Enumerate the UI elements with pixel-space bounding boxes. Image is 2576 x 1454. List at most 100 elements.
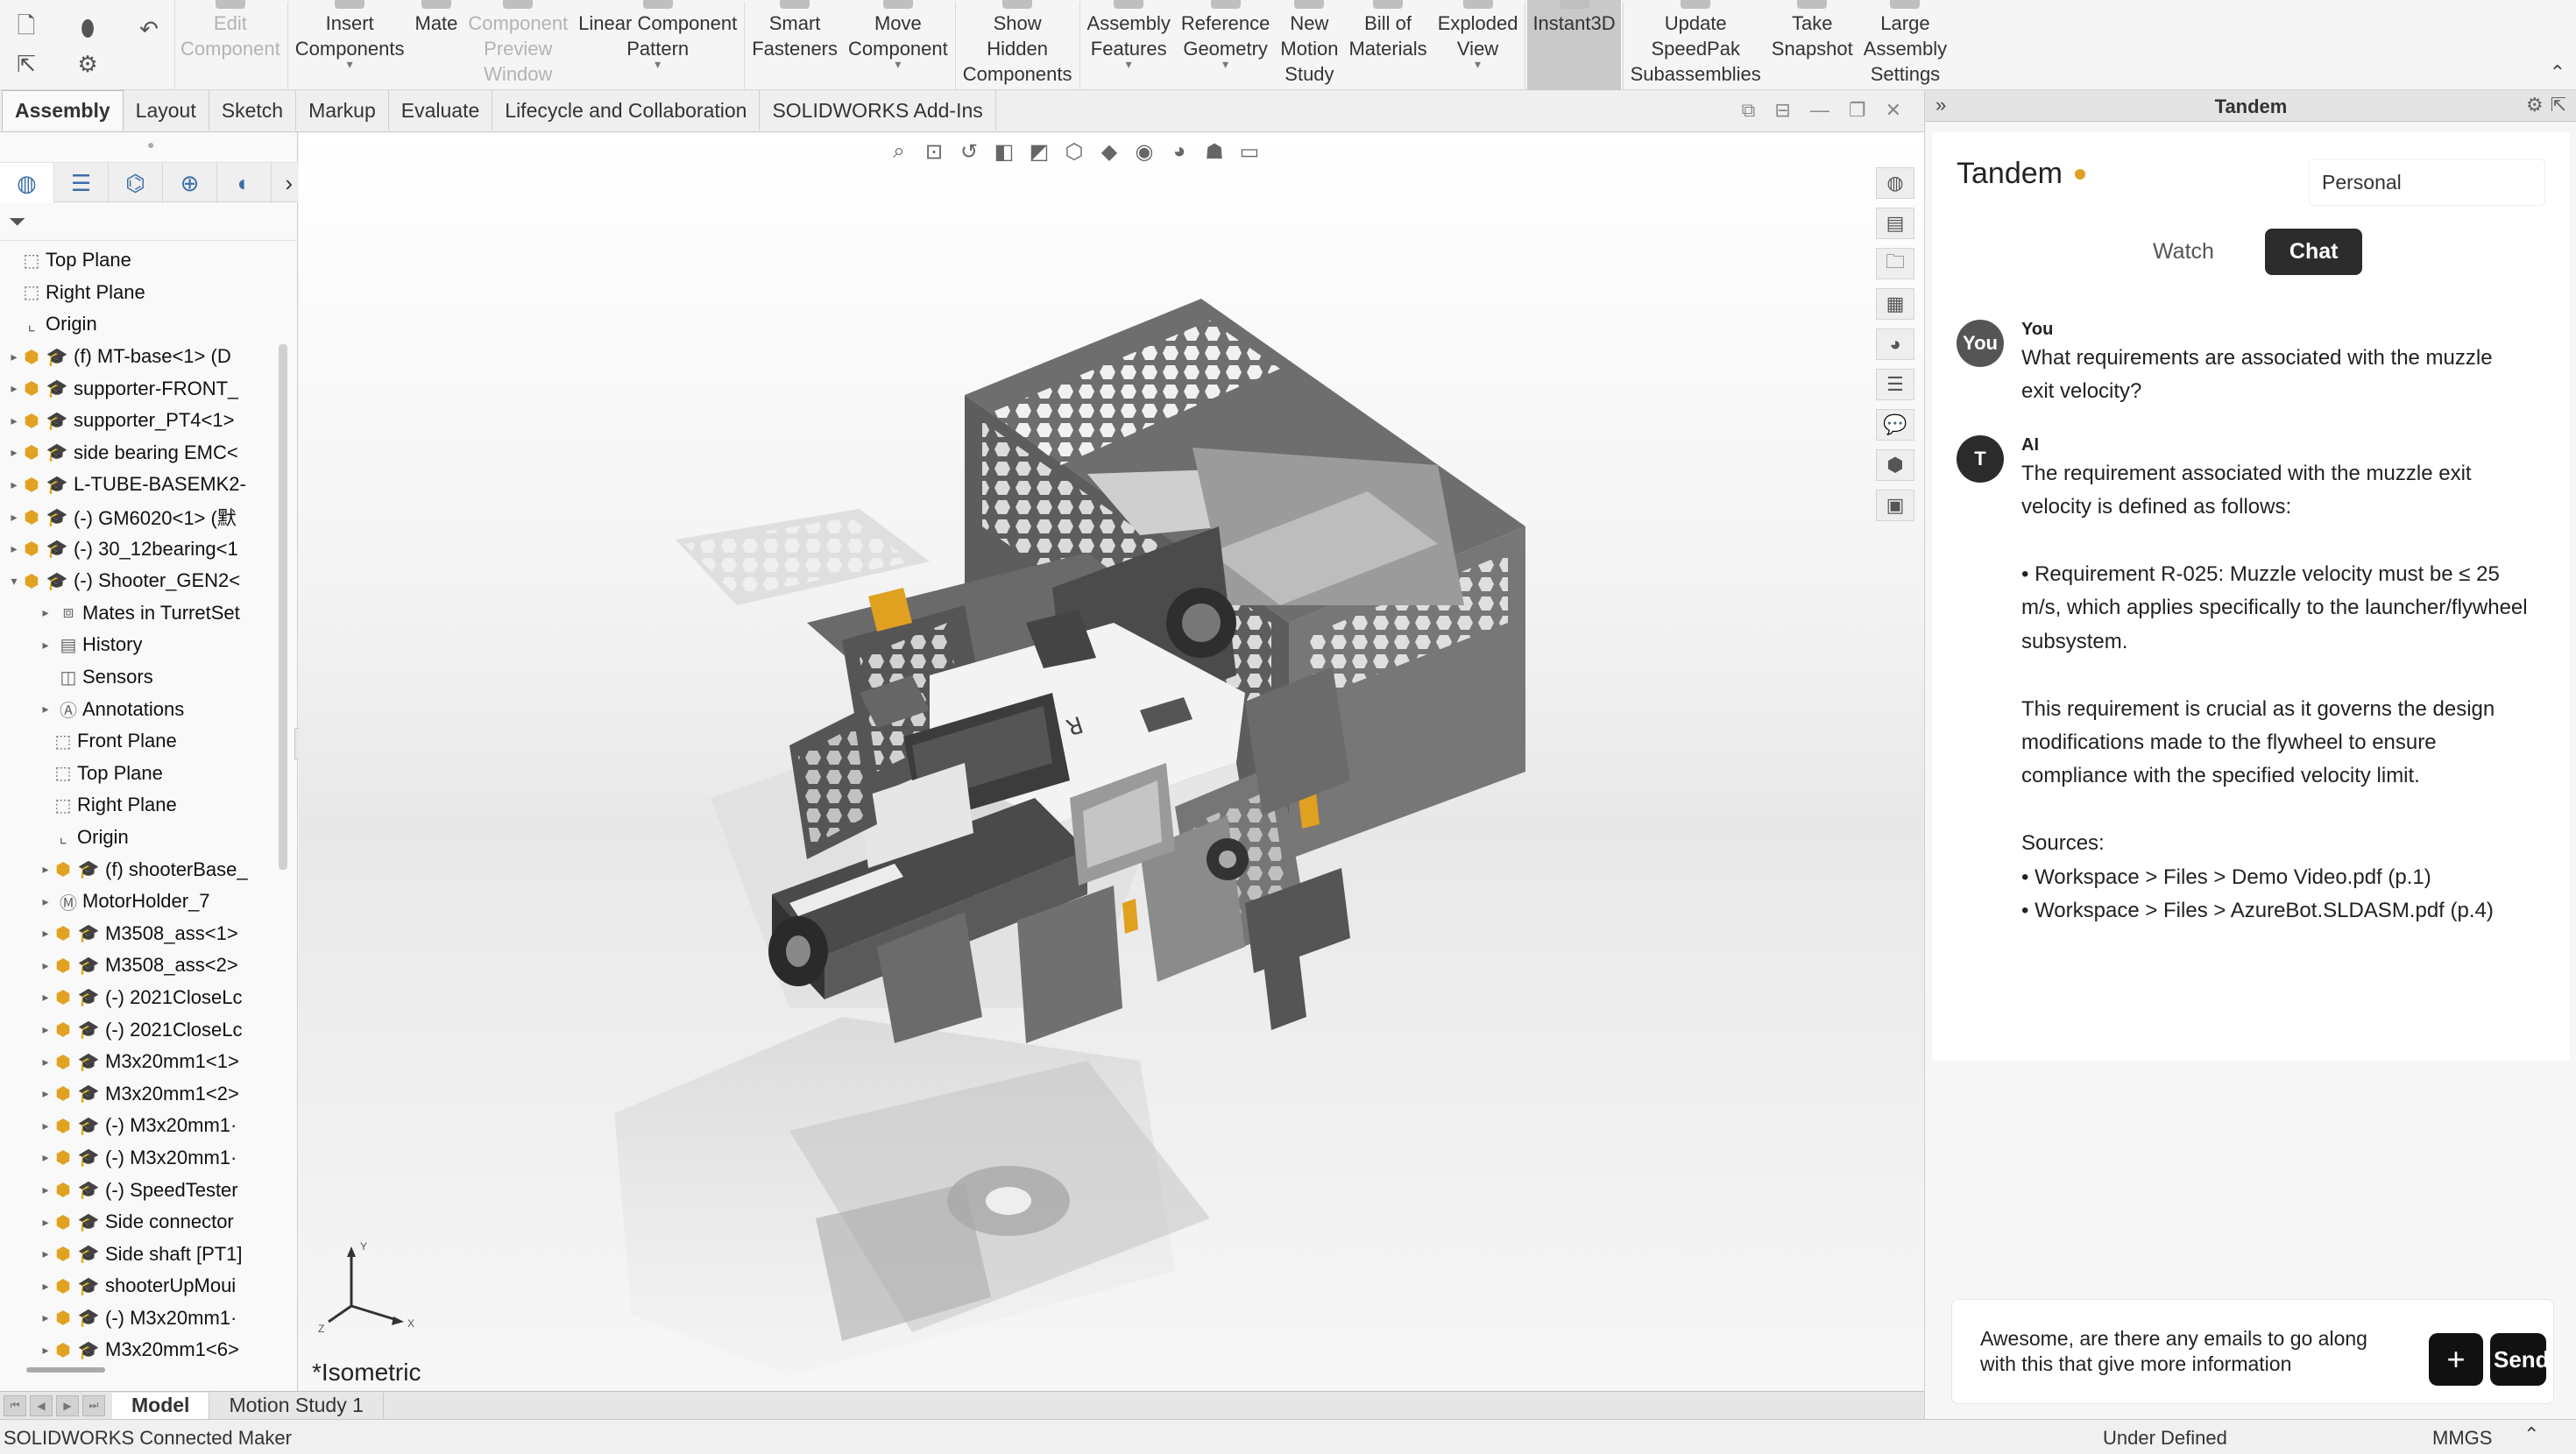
ribbon-assembly-features-button[interactable]: Assembly Features ▾ xyxy=(1082,0,1176,90)
tree-item[interactable]: ▸ ▤ History xyxy=(0,629,279,661)
expand-arrow-icon[interactable]: ▸ xyxy=(39,1279,53,1294)
expand-arrow-icon[interactable]: ▸ xyxy=(7,349,21,364)
expand-arrow-icon[interactable]: ▸ xyxy=(39,1182,53,1197)
expand-arrow-icon[interactable]: ▸ xyxy=(39,1055,53,1069)
tree-item[interactable]: ▸ ⬢ 🎓 (-) M3x20mm1· xyxy=(0,1302,279,1335)
ribbon-large-assembly-settings-button[interactable]: Large Assembly Settings xyxy=(1858,0,1952,90)
tree-item[interactable]: ▸ ⧈ Mates in TurretSet xyxy=(0,597,279,630)
tree-item[interactable]: ⬚ Right Plane xyxy=(0,789,279,822)
dimxpert-tab-icon[interactable]: ⊕ xyxy=(163,163,217,203)
expand-arrow-icon[interactable]: ▸ xyxy=(39,990,53,1005)
expand-arrow-icon[interactable]: ▸ xyxy=(39,605,53,620)
ribbon-instant3d-button[interactable]: Instant3D xyxy=(1527,0,1621,90)
tree-item[interactable]: ⬚ Top Plane xyxy=(0,758,279,790)
minimize-icon[interactable]: — xyxy=(1810,99,1829,122)
expand-arrow-icon[interactable]: ▸ xyxy=(39,894,53,909)
tree-item[interactable]: ▸ ⬢ 🎓 shooterUpMoui xyxy=(0,1270,279,1302)
appearances-icon[interactable]: ◕ xyxy=(1876,328,1914,360)
design-library-icon[interactable]: 🗀 xyxy=(1876,248,1914,279)
ribbon-bill-of-materials-button[interactable]: Bill of Materials xyxy=(1343,0,1432,90)
select-icon[interactable]: ⇱ xyxy=(9,49,44,79)
assembly-model-render[interactable]: ꓤ xyxy=(299,132,1924,1391)
tab-model[interactable]: Model xyxy=(112,1392,210,1419)
attach-button[interactable]: + xyxy=(2429,1333,2483,1386)
tree-item[interactable]: ◫ Sensors xyxy=(0,661,279,694)
maximize-icon[interactable]: ❐ xyxy=(1849,99,1866,122)
expand-arrow-icon[interactable]: ▸ xyxy=(7,413,21,428)
ribbon-reference-geometry-button[interactable]: Reference Geometry ▾ xyxy=(1176,0,1276,90)
display-manager-tab-icon[interactable]: ◐ xyxy=(217,163,272,203)
tab-sketch[interactable]: Sketch xyxy=(209,90,297,131)
expand-arrow-icon[interactable]: ▾ xyxy=(7,574,21,589)
graphics-area[interactable]: ⌕ ⊡ ↺ ◧ ◩ ⬡ ◆ ◉ ◕ ☗ ▭ ꓤ ◍ ▤ 🗀 ▦ ◕ ☰ 💬 ⬢ … xyxy=(299,132,1924,1391)
expand-arrow-icon[interactable]: ▸ xyxy=(7,477,21,492)
tile-viewport-icon[interactable]: ⊟ xyxy=(1774,99,1790,122)
tab-motion-study-1[interactable]: Motion Study 1 xyxy=(209,1392,384,1419)
ribbon-update-speedpak-subassemblies-button[interactable]: Update SpeedPak Subassemblies xyxy=(1625,0,1766,90)
3d-content-central-icon[interactable]: ▤ xyxy=(1876,208,1914,239)
tab-evaluate[interactable]: Evaluate xyxy=(389,90,493,131)
restore-viewport-icon[interactable]: ⧉ xyxy=(1742,99,1756,122)
tree-item[interactable]: ▸ ⬢ 🎓 (-) SpeedTester xyxy=(0,1174,279,1206)
tree-item[interactable]: ▸ ⬢ 🎓 M3x20mm1<2> xyxy=(0,1077,279,1110)
dropdown-arrow-icon[interactable]: ▾ xyxy=(1126,58,1132,70)
tree-item[interactable]: ▸ ⬢ 🎓 (-) 2021CloseLc xyxy=(0,982,279,1014)
tree-item[interactable]: ⬚ Front Plane xyxy=(0,725,279,758)
tree-item[interactable]: ▸ ⬢ 🎓 Side shaft [PT1] xyxy=(0,1238,279,1270)
expand-arrow-icon[interactable]: ▸ xyxy=(7,510,21,525)
tree-item[interactable]: ▸ Ⓜ MotorHolder_7 xyxy=(0,886,279,918)
ribbon-smart-fasteners-button[interactable]: Smart Fasteners xyxy=(747,0,843,90)
expand-arrow-icon[interactable]: ▸ xyxy=(39,1150,53,1165)
dropdown-arrow-icon[interactable]: ▾ xyxy=(655,58,661,70)
tree-item[interactable]: ▸ ⬢ 🎓 M3x20mm1<6> xyxy=(0,1334,279,1362)
last-tab-icon[interactable]: ⏭ xyxy=(82,1394,105,1416)
filter-icon[interactable]: ⏷ xyxy=(9,210,25,235)
ribbon-insert-components-button[interactable]: Insert Components ▾ xyxy=(290,0,410,90)
tree-item[interactable]: ▸ ⬢ 🎓 supporter-FRONT_ xyxy=(0,372,279,405)
settings-icon[interactable]: ⚙ xyxy=(2526,94,2544,116)
close-icon[interactable]: ✕ xyxy=(1886,99,1901,122)
tab-watch[interactable]: Watch xyxy=(2128,229,2239,275)
ribbon-linear-component-pattern-button[interactable]: Linear Component Pattern ▾ xyxy=(573,0,742,90)
design-checker-icon[interactable]: ⬢ xyxy=(1876,449,1914,481)
tree-item[interactable]: ⌞ Origin xyxy=(0,822,279,854)
status-expand-icon[interactable]: ⌃ xyxy=(2523,1423,2539,1446)
expand-arrow-icon[interactable]: ▸ xyxy=(39,926,53,941)
expand-arrow-icon[interactable]: ▸ xyxy=(39,1119,53,1133)
expand-arrow-icon[interactable]: ▸ xyxy=(7,381,21,396)
first-tab-icon[interactable]: ⏮ xyxy=(4,1394,26,1416)
tree-item[interactable]: ⬚ Top Plane xyxy=(0,244,279,277)
tab-layout[interactable]: Layout xyxy=(124,90,209,131)
next-tab-icon[interactable]: ▶ xyxy=(56,1394,79,1416)
tab-markup[interactable]: Markup xyxy=(296,90,389,131)
dropdown-arrow-icon[interactable]: ▾ xyxy=(1222,58,1228,70)
ribbon-collapse-icon[interactable]: ⌃ xyxy=(2550,61,2565,84)
tree-item[interactable]: ▸ ⬢ 🎓 M3508_ass<2> xyxy=(0,949,279,982)
gear-icon[interactable]: ⚙ xyxy=(70,49,105,79)
tree-item[interactable]: ▸ ⬢ 🎓 (-) M3x20mm1· xyxy=(0,1110,279,1142)
tab-chat[interactable]: Chat xyxy=(2264,229,2363,275)
pin-icon[interactable]: ⇱ xyxy=(2551,94,2566,116)
tree-item[interactable]: ⌞ Origin xyxy=(0,308,279,341)
tandem-pane-icon[interactable]: ▣ xyxy=(1876,490,1914,521)
send-button[interactable]: Send xyxy=(2490,1333,2546,1386)
expand-arrow-icon[interactable]: ▸ xyxy=(39,638,53,653)
tree-item[interactable]: ▸ ⬢ 🎓 (-) GM6020<1> (默 xyxy=(0,501,279,533)
ribbon-edit-component-button[interactable]: Edit Component xyxy=(175,0,286,90)
tree-item[interactable]: ▾ ⬢ 🎓 (-) Shooter_GEN2< xyxy=(0,565,279,597)
tree-item[interactable]: ▸ ⬢ 🎓 M3x20mm1<1> xyxy=(0,1046,279,1078)
ribbon-take-snapshot-button[interactable]: Take Snapshot xyxy=(1766,0,1858,90)
ribbon-new-motion-study-button[interactable]: New Motion Study xyxy=(1275,0,1343,90)
tree-item[interactable]: ▸ ⬢ 🎓 Side connector xyxy=(0,1206,279,1239)
expand-arrow-icon[interactable]: ▸ xyxy=(39,958,53,973)
tree-item[interactable]: ▸ ⬢ 🎓 supporter_PT4<1> xyxy=(0,405,279,437)
expand-arrow-icon[interactable]: ▸ xyxy=(39,1246,53,1261)
tree-item[interactable]: ⬚ Right Plane xyxy=(0,277,279,309)
expand-arrow-icon[interactable]: ▸ xyxy=(39,862,53,877)
tree-item[interactable]: ▸ ⬢ 🎓 (-) 30_12bearing<1 xyxy=(0,533,279,565)
more-tabs-icon[interactable]: › xyxy=(285,170,293,197)
ribbon-exploded-view-button[interactable]: Exploded View ▾ xyxy=(1433,0,1524,90)
tree-item[interactable]: ▸ ⬢ 🎓 (-) M3x20mm1· xyxy=(0,1142,279,1175)
expand-arrow-icon[interactable]: ▸ xyxy=(7,541,21,556)
tab-assembly[interactable]: Assembly xyxy=(2,90,124,131)
